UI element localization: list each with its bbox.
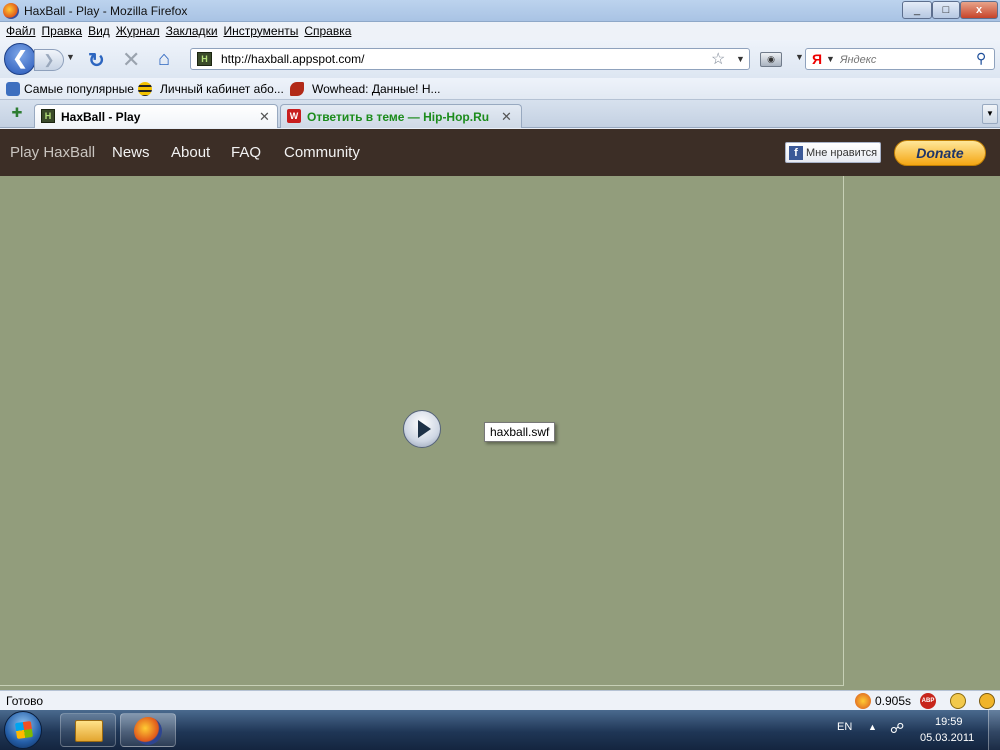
wowhead-icon	[290, 82, 304, 96]
history-dropdown-icon[interactable]: ▼	[66, 52, 75, 62]
bookmark-star-icon[interactable]: ☆	[711, 49, 725, 69]
address-bar[interactable]: H http://haxball.appspot.com/ ☆ ▼	[190, 48, 750, 70]
tab-hiphop[interactable]: W Ответить в теме — Hip-Hop.Ru ✕	[280, 104, 522, 128]
bookmark-most-visited[interactable]: Самые популярные	[24, 82, 134, 96]
bookmark-personal-cabinet[interactable]: Личный кабинет або...	[160, 82, 284, 96]
clock-time[interactable]: 19:59	[935, 716, 963, 728]
status-bar: Готово 0.905s ABP	[0, 690, 1000, 710]
folder-icon	[75, 720, 103, 742]
play-icon	[418, 420, 431, 438]
url-dropdown-icon[interactable]: ▼	[736, 54, 745, 64]
forward-button[interactable]: ❯	[34, 49, 64, 71]
tab-list-dropdown-icon[interactable]: ▼	[982, 104, 998, 124]
windows-logo-icon	[14, 720, 34, 740]
camera-icon[interactable]: ◉	[760, 52, 782, 67]
adblock-icon[interactable]: ABP	[920, 693, 936, 709]
beeline-icon	[138, 82, 152, 96]
facebook-like-button[interactable]: f Мне нравится	[785, 142, 881, 163]
tab-close-icon[interactable]: ✕	[501, 109, 512, 125]
flash-tooltip: haxball.swf	[484, 422, 556, 442]
menu-view[interactable]: Вид	[88, 24, 110, 38]
nav-community[interactable]: Community	[284, 144, 360, 161]
reload-button[interactable]: ↻	[88, 48, 105, 73]
menu-help[interactable]: Справка	[304, 24, 351, 38]
firefox-icon	[134, 717, 162, 745]
site-favicon-icon: H	[197, 52, 212, 66]
play-button[interactable]	[403, 410, 441, 448]
tab-haxball[interactable]: H HaxBall - Play ✕	[34, 104, 278, 128]
url-text[interactable]: http://haxball.appspot.com/	[221, 52, 364, 66]
bookmark-wowhead[interactable]: Wowhead: Данные! Н...	[312, 82, 441, 96]
greasemonkey-icon[interactable]	[950, 693, 966, 709]
menu-tools[interactable]: Инструменты	[224, 24, 299, 38]
tab-label: Ответить в теме — Hip-Hop.Ru	[307, 110, 490, 124]
new-tab-icon[interactable]: ✚	[6, 105, 28, 123]
haxball-favicon-icon: H	[41, 109, 55, 123]
search-box[interactable]: Я ▼ ⚲	[805, 48, 995, 70]
close-button[interactable]: x	[960, 1, 998, 19]
firefox-icon	[3, 3, 19, 19]
window-title-bar: HaxBall - Play - Mozilla Firefox _ □ x	[0, 0, 1000, 22]
menu-file[interactable]: Файл	[6, 24, 36, 38]
tab-close-icon[interactable]: ✕	[259, 109, 270, 125]
donate-button[interactable]: Donate	[894, 140, 986, 166]
stop-button[interactable]: ✕	[122, 47, 140, 73]
bookmarks-toolbar: Самые популярные Личный кабинет або... W…	[0, 78, 1000, 100]
nav-faq[interactable]: FAQ	[231, 144, 261, 161]
status-text: Готово	[6, 694, 44, 708]
minimize-button[interactable]: _	[902, 1, 932, 19]
load-time-text: 0.905s	[875, 694, 912, 708]
site-navbar: Play HaxBall News About FAQ Community f …	[0, 129, 1000, 176]
home-button[interactable]: ⌂	[158, 48, 170, 71]
page-content: Play HaxBall News About FAQ Community f …	[0, 129, 1000, 690]
rss-bookmark-icon	[6, 82, 20, 96]
menu-history[interactable]: Журнал	[116, 24, 160, 38]
clock-date[interactable]: 05.03.2011	[920, 732, 974, 744]
menu-bar: Файл Правка Вид Журнал Закладки Инструменты Сп…	[0, 22, 1000, 40]
flash-game-area[interactable]: haxball.swf	[0, 176, 844, 686]
tab-label: HaxBall - Play	[61, 110, 141, 124]
start-button[interactable]	[4, 711, 42, 749]
hiphop-favicon-icon: W	[287, 109, 301, 123]
menu-edit[interactable]: Правка	[42, 24, 83, 38]
navigation-toolbar: ❮ ❯ ▼ ↻ ✕ ⌂ H http://haxball.appspot.com…	[0, 40, 1000, 78]
windows-taskbar: EN ▲ ☍ 19:59 05.03.2011	[0, 710, 1000, 750]
maximize-button[interactable]: □	[932, 1, 960, 19]
taskbar-explorer-button[interactable]	[60, 713, 116, 747]
network-icon[interactable]: ☍	[890, 720, 904, 737]
window-title: HaxBall - Play - Mozilla Firefox	[24, 4, 188, 18]
tab-strip: ✚ H HaxBall - Play ✕ W Ответить в теме —…	[0, 100, 1000, 128]
show-desktop-button[interactable]	[988, 710, 1000, 750]
system-tray: EN ▲ ☍ 19:59 05.03.2011	[820, 710, 988, 750]
like-label: Мне нравится	[806, 147, 878, 159]
addon-icon[interactable]	[979, 693, 995, 709]
language-indicator[interactable]: EN	[837, 721, 852, 733]
firebug-icon[interactable]	[855, 693, 871, 709]
facebook-icon: f	[789, 146, 803, 160]
menu-bookmarks[interactable]: Закладки	[166, 24, 218, 38]
camera-dropdown-icon[interactable]: ▼	[795, 52, 804, 62]
nav-play-haxball[interactable]: Play HaxBall	[10, 144, 95, 161]
tray-expand-icon[interactable]: ▲	[868, 722, 877, 732]
back-button[interactable]: ❮	[4, 43, 36, 75]
search-input[interactable]	[840, 52, 970, 67]
taskbar-firefox-button[interactable]	[120, 713, 176, 747]
search-engine-dropdown-icon[interactable]: ▼	[826, 54, 835, 64]
nav-about[interactable]: About	[171, 144, 210, 161]
nav-news[interactable]: News	[112, 144, 150, 161]
search-icon[interactable]: ⚲	[976, 50, 986, 67]
yandex-icon[interactable]: Я	[812, 51, 822, 67]
